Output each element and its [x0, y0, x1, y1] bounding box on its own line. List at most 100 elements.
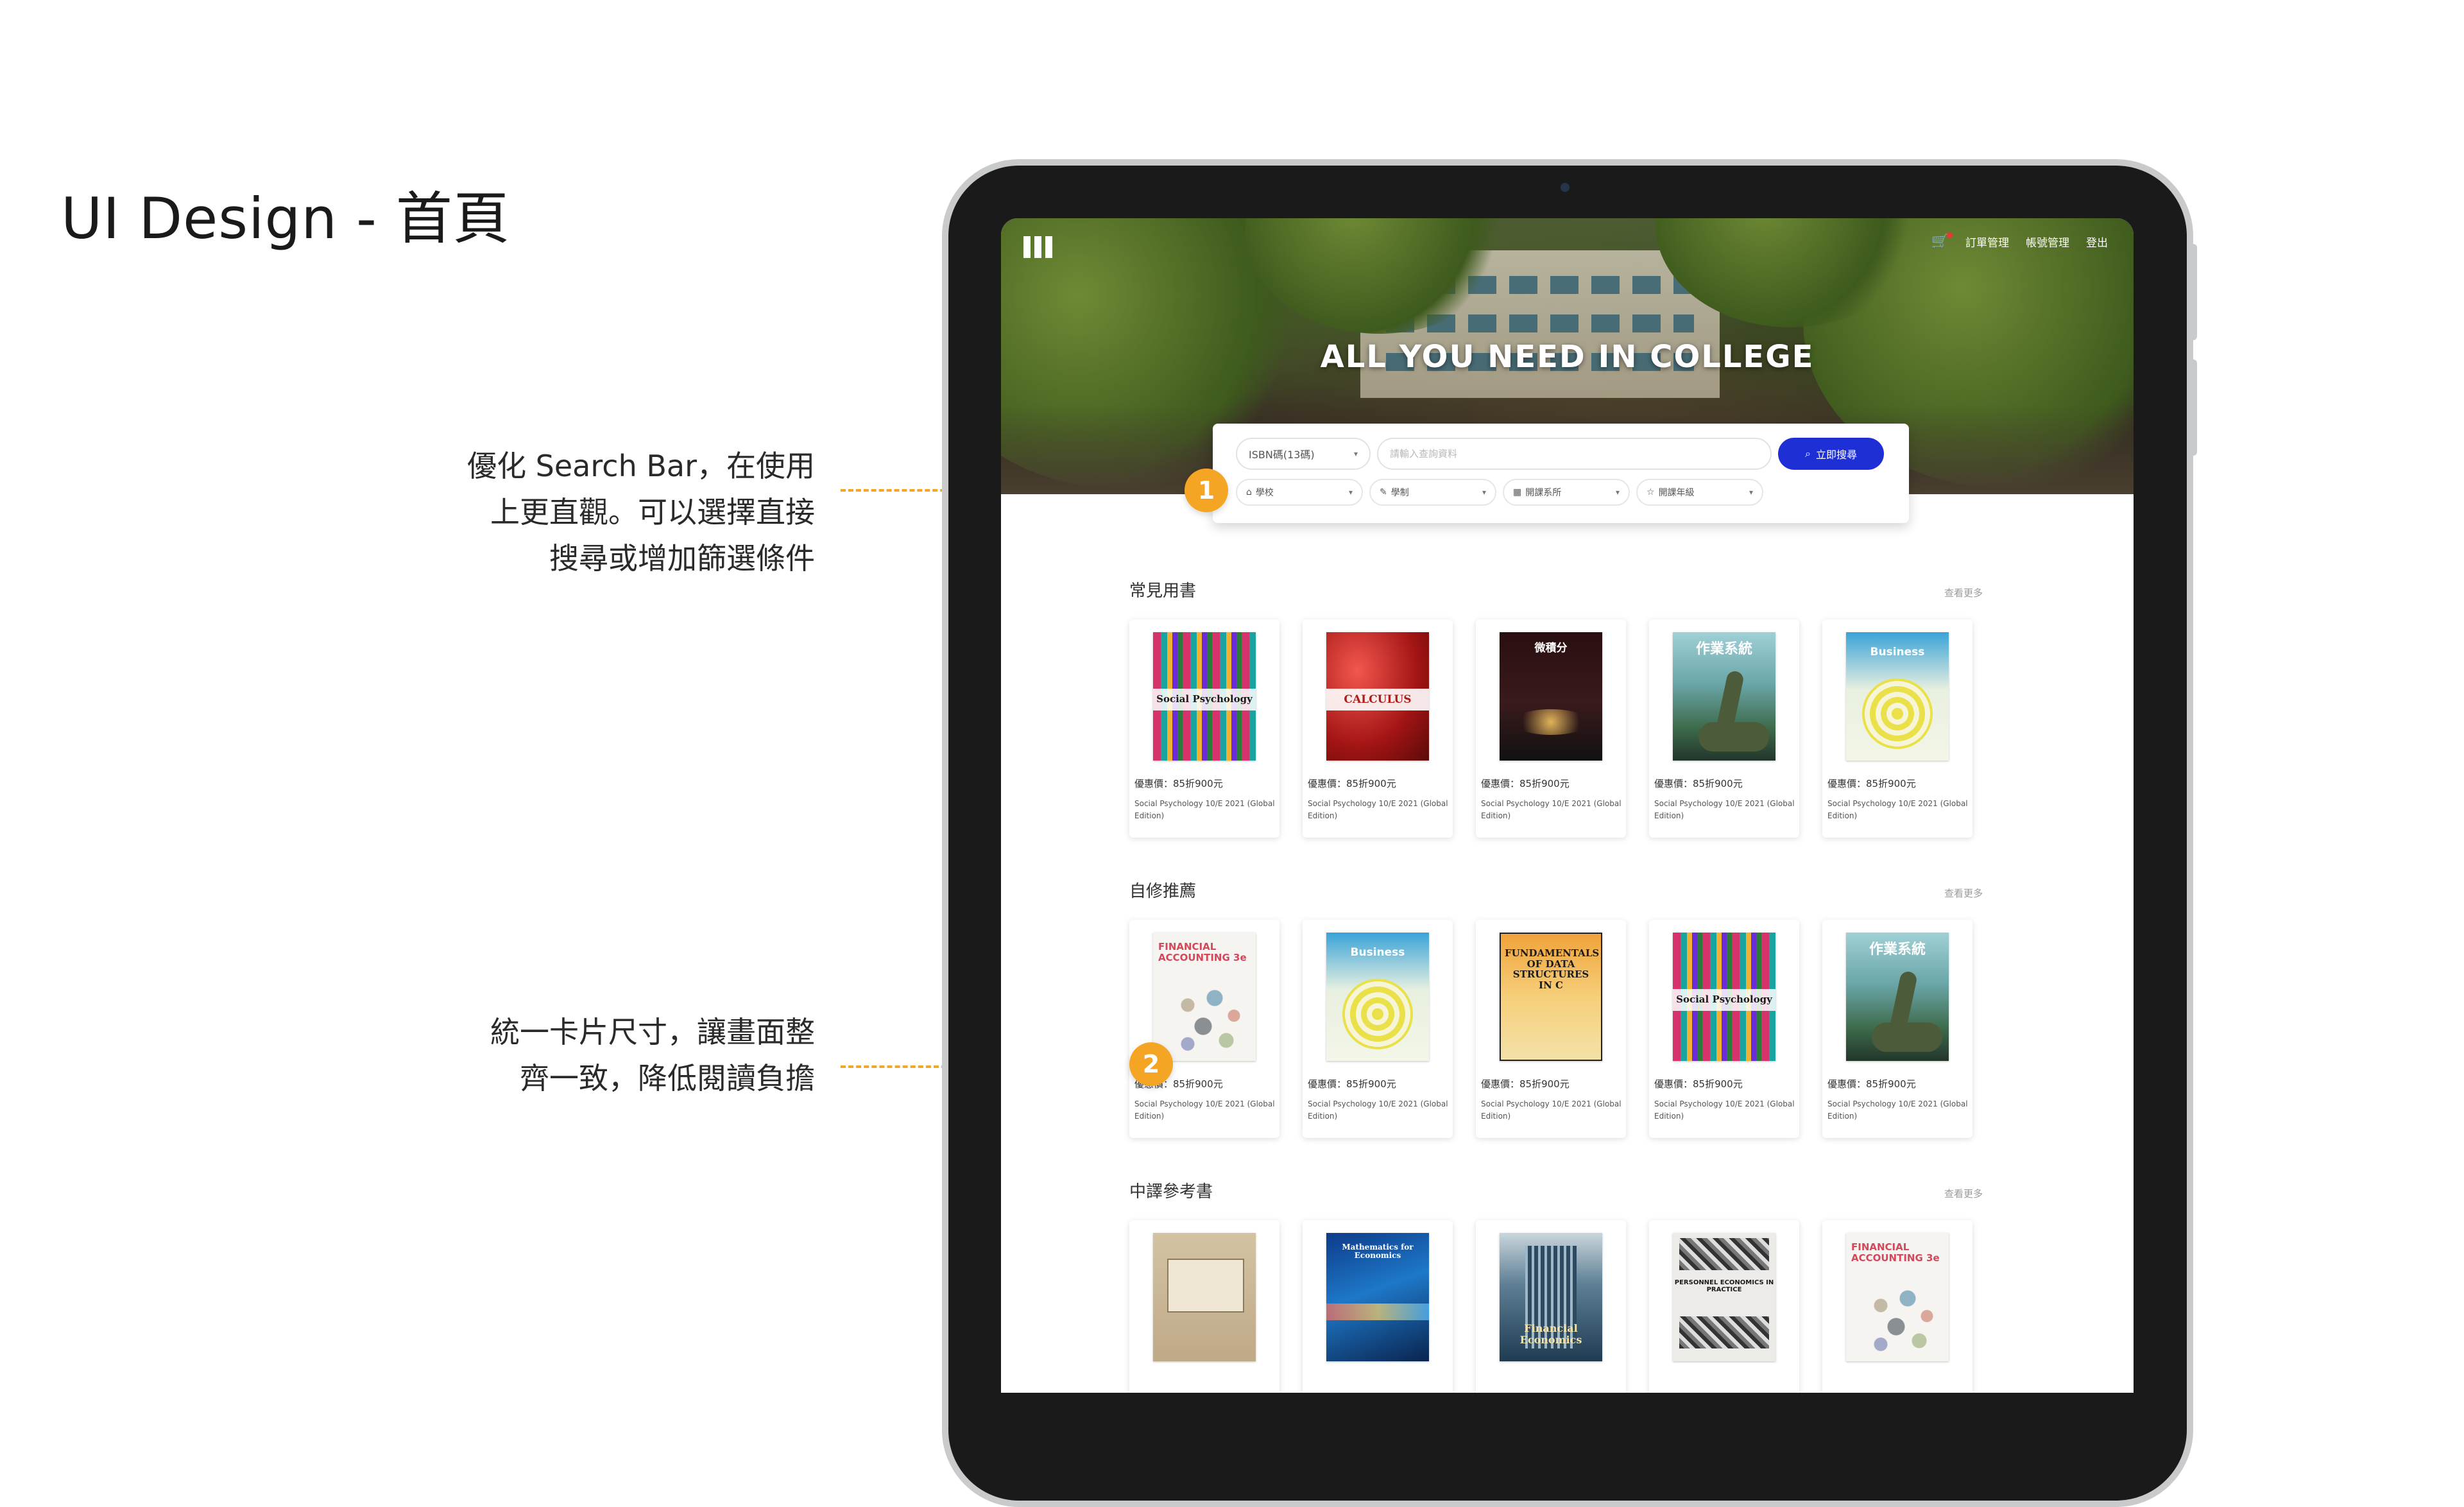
book-name: Social Psychology 10/E 2021 (Global Edit… — [1654, 1099, 1795, 1121]
book-name: Social Psychology 10/E 2021 (Global Edit… — [1134, 799, 1275, 820]
book-card[interactable]: FINANCIAL ACCOUNTING 3e 優惠價：85折900元 Soci… — [1129, 920, 1279, 1138]
section-title: 自修推薦 — [1129, 882, 1197, 901]
book-price: 優惠價：85折900元 — [1827, 778, 1916, 789]
star-icon: ☆ — [1647, 487, 1655, 497]
chevron-down-icon: ▾ — [1353, 449, 1358, 458]
search-button-label: 立即搜尋 — [1815, 449, 1857, 461]
book-price: 優惠價：85折900元 — [1308, 778, 1396, 789]
chevron-down-icon: ▾ — [1749, 488, 1753, 497]
chevron-down-icon: ▾ — [1615, 488, 1620, 497]
book-cover: Business — [1846, 632, 1949, 761]
annotation-cards: 統一卡片尺寸，讓畫面整 齊一致，降低閱讀負擔 — [490, 1009, 815, 1101]
book-card[interactable]: Business 優惠價：85折900元 Social Psychology 1… — [1822, 619, 1972, 838]
filter-department[interactable]: ▦ 開課系所 ▾ — [1503, 479, 1630, 506]
school-icon: ⌂ — [1246, 487, 1252, 497]
book-card[interactable]: 作業系統 優惠價：85折900元 Social Psychology 10/E … — [1822, 920, 1972, 1138]
search-button[interactable]: ⌕ 立即搜尋 — [1778, 438, 1884, 470]
book-cover: CALCULUS — [1326, 632, 1429, 761]
book-name: Social Psychology 10/E 2021 (Global Edit… — [1481, 1099, 1621, 1121]
nav-item-logout[interactable]: 登出 — [2086, 234, 2108, 250]
section-title: 常見用書 — [1129, 581, 1197, 601]
cover-title: Business — [1870, 646, 1925, 659]
annotation-line: 搜尋或增加篩選條件 — [549, 541, 815, 576]
book-price: 優惠價：85折900元 — [1308, 1078, 1396, 1090]
annotation-line: 上更直觀。可以選擇直接 — [490, 495, 815, 530]
filter-program[interactable]: ✎ 學制 ▾ — [1369, 479, 1496, 506]
filter-label: 開課年級 — [1658, 488, 1695, 498]
book-name: Social Psychology 10/E 2021 (Global Edit… — [1827, 1099, 1968, 1121]
cart-badge — [1947, 232, 1953, 238]
cover-title: Social Psychology — [1156, 693, 1253, 705]
book-card[interactable]: Social Psychology 優惠價：85折900元 Social Psy… — [1129, 619, 1279, 838]
book-row: Social Psychology 優惠價：85折900元 Social Psy… — [1129, 619, 1972, 838]
book-card[interactable]: 微積分 優惠價：85折900元 Social Psychology 10/E 2… — [1476, 619, 1626, 838]
filter-label: 開課系所 — [1525, 488, 1562, 498]
cover-title: Mathematics for Economics — [1342, 1243, 1414, 1261]
book-cover: Social Psychology — [1673, 933, 1775, 1061]
step-badge: 2 — [1129, 1042, 1173, 1086]
book-cover: Business — [1326, 933, 1429, 1061]
annotation-line: 齊一致，降低閱讀負擔 — [520, 1061, 815, 1096]
see-more-link[interactable]: 查看更多 — [1944, 1187, 1983, 1200]
book-card[interactable]: Mathematics for Economics — [1303, 1220, 1453, 1393]
book-cover: Financial Economics — [1500, 1233, 1602, 1361]
book-price: 優惠價：85折900元 — [1481, 778, 1570, 789]
book-cover: 作業系統 — [1846, 933, 1949, 1061]
see-more-link[interactable]: 查看更多 — [1944, 586, 1983, 599]
cover-title: PERSONNEL ECONOMICS IN PRACTICE — [1674, 1279, 1774, 1293]
search-input[interactable] — [1377, 438, 1772, 470]
volume-button — [2188, 244, 2197, 340]
book-card[interactable]: FUNDAMENTALS OF DATA STRUCTURES IN C 優惠價… — [1476, 920, 1626, 1138]
annotation-line: 優化 Search Bar，在使用 — [467, 449, 815, 483]
cover-title: FUNDAMENTALS OF DATA STRUCTURES IN C — [1505, 947, 1600, 991]
see-more-link[interactable]: 查看更多 — [1944, 886, 1983, 900]
book-price: 優惠價：85折900元 — [1134, 778, 1223, 789]
book-card[interactable]: CALCULUS 優惠價：85折900元 Social Psychology 1… — [1303, 619, 1453, 838]
search-type-value: ISBN碼(13碼) — [1249, 449, 1315, 461]
book-name: Social Psychology 10/E 2021 (Global Edit… — [1308, 799, 1448, 820]
bars-logo-icon[interactable] — [1023, 236, 1052, 258]
book-cover — [1153, 1233, 1256, 1361]
cover-title: 微積分 — [1534, 642, 1568, 655]
cover-title: Business — [1350, 946, 1405, 959]
volume-button — [2188, 359, 2197, 456]
book-cover: FINANCIAL ACCOUNTING 3e — [1846, 1233, 1949, 1361]
book-card[interactable]: 作業系統 優惠價：85折900元 Social Psychology 10/E … — [1649, 619, 1799, 838]
search-panel: ISBN碼(13碼) ▾ ⌕ 立即搜尋 ⌂學校 ▾ ✎學制 ▾ ▦開課系所 ▾ — [1213, 424, 1909, 523]
book-cover: Mathematics for Economics — [1326, 1233, 1429, 1361]
cart-icon[interactable]: 🛒 — [1931, 232, 1953, 250]
book-cover: FINANCIAL ACCOUNTING 3e — [1153, 933, 1256, 1061]
building-icon: ▦ — [1513, 487, 1522, 497]
book-card[interactable] — [1129, 1220, 1279, 1393]
book-card[interactable]: PERSONNEL ECONOMICS IN PRACTICE — [1649, 1220, 1799, 1393]
chevron-down-icon: ▾ — [1348, 488, 1353, 497]
book-price: 優惠價：85折900元 — [1654, 778, 1743, 789]
book-name: Social Psychology 10/E 2021 (Global Edit… — [1481, 799, 1621, 820]
camera-icon — [1561, 183, 1570, 192]
book-card[interactable]: Social Psychology 優惠價：85折900元 Social Psy… — [1649, 920, 1799, 1138]
book-cover: 作業系統 — [1673, 632, 1775, 761]
cover-title: FINANCIAL ACCOUNTING 3e — [1158, 941, 1247, 963]
book-cover: FUNDAMENTALS OF DATA STRUCTURES IN C — [1500, 933, 1602, 1061]
book-cover: Social Psychology — [1153, 632, 1256, 761]
book-name: Social Psychology 10/E 2021 (Global Edit… — [1827, 799, 1968, 820]
search-type-select[interactable]: ISBN碼(13碼) ▾ — [1236, 438, 1371, 470]
section-header: 自修推薦 查看更多 — [1129, 878, 1983, 902]
book-card[interactable]: FINANCIAL ACCOUNTING 3e — [1822, 1220, 1972, 1393]
filter-grade[interactable]: ☆ 開課年級 ▾ — [1636, 479, 1763, 506]
nav-item-orders[interactable]: 訂單管理 — [1965, 234, 2009, 250]
annotation-search-bar: 優化 Search Bar，在使用 上更直觀。可以選擇直接 搜尋或增加篩選條件 — [467, 443, 815, 581]
book-card[interactable]: Financial Economics — [1476, 1220, 1626, 1393]
top-nav: 🛒 訂單管理 帳號管理 登出 — [1931, 232, 2108, 250]
slide-title: UI Design - 首頁 — [61, 185, 510, 252]
search-icon: ⌕ — [1805, 447, 1811, 460]
book-card[interactable]: Business 優惠價：85折900元 Social Psychology 1… — [1303, 920, 1453, 1138]
book-price: 優惠價：85折900元 — [1481, 1078, 1570, 1090]
nav-item-account[interactable]: 帳號管理 — [2026, 234, 2069, 250]
book-name: Social Psychology 10/E 2021 (Global Edit… — [1654, 799, 1795, 820]
section-header: 中譯參考書 查看更多 — [1129, 1178, 1983, 1202]
filter-school[interactable]: ⌂ 學校 ▾ — [1236, 479, 1363, 506]
book-cover: 微積分 — [1500, 632, 1602, 761]
cover-title: 作業系統 — [1695, 641, 1752, 657]
book-row: Mathematics for Economics Financial Econ… — [1129, 1220, 1972, 1393]
